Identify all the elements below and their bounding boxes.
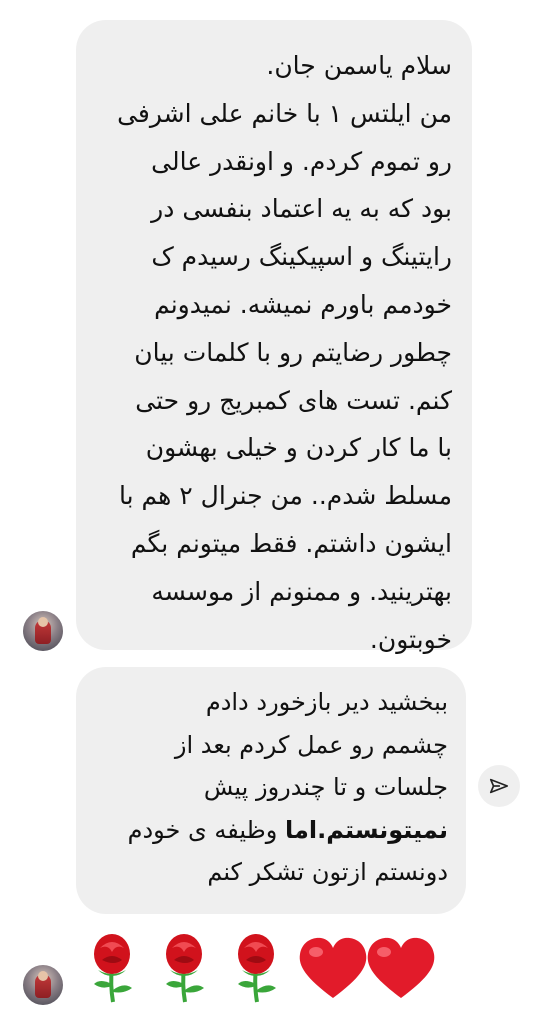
message-text: وظیفه ی خودم — [127, 815, 285, 844]
red-heart-emoji — [299, 937, 367, 998]
message-line: بود که به یه اعتماد بنفسی در — [151, 194, 452, 224]
message-line: مسلط شدم.. من جنرال ۲ هم با — [119, 481, 452, 511]
message-line: ببخشید دیر بازخورد دادم — [205, 688, 448, 716]
message-line: من ایلتس ۱ با خانم علی اشرفی — [117, 98, 452, 128]
share-button[interactable] — [478, 765, 520, 807]
message-line: جلسات و تا چندروز پیش — [203, 773, 448, 802]
message-line-mixed: نمیتونستم.اما وظیفه ی خودم — [86, 809, 448, 852]
message-bubble-1[interactable]: سلام یاسمن جان. من ایلتس ۱ با خانم علی ا… — [76, 20, 472, 654]
bold-text: نمیتونستم.اما — [284, 815, 448, 844]
message-line: دونستم ازتون تشکر کنم — [207, 858, 448, 887]
message-line: چشمم رو عمل کردم بعد از — [174, 730, 448, 759]
sender-avatar[interactable] — [23, 611, 63, 651]
message-line: رایتینگ و اسپیکینگ رسیدم ک — [151, 242, 452, 272]
message-line: با ما کار کردن و خیلی بهشون — [145, 433, 452, 463]
rose-emoji — [166, 934, 204, 1003]
rose-emoji — [238, 934, 276, 1003]
message-line: رو تموم کردم. و اونقدر عالی — [151, 146, 452, 176]
avatar-head — [38, 971, 48, 981]
message-line: ایشون داشتم. فقط میتونم بگم — [130, 528, 452, 558]
sender-avatar[interactable] — [23, 965, 63, 1005]
emoji-message[interactable] — [86, 930, 438, 1006]
avatar-head — [38, 617, 48, 627]
red-heart-emoji — [367, 937, 435, 998]
message-line: کنم. تست های کمبریج رو حتی — [135, 385, 452, 415]
message-line: سلام یاسمن جان. — [266, 51, 452, 80]
message-line: چطور رضایتم رو با کلمات بیان — [134, 337, 452, 367]
message-bubble-2[interactable]: ببخشید دیر بازخورد دادم چشمم رو عمل کردم… — [76, 667, 466, 914]
message-line: خوبتون. — [369, 624, 452, 654]
rose-emoji — [94, 934, 132, 1003]
message-line: خودمم باورم نمیشه. نمیدونم — [154, 289, 452, 319]
message-line: بهترینید. و ممنونم از موسسه — [151, 576, 452, 606]
send-arrow-icon — [489, 778, 509, 794]
